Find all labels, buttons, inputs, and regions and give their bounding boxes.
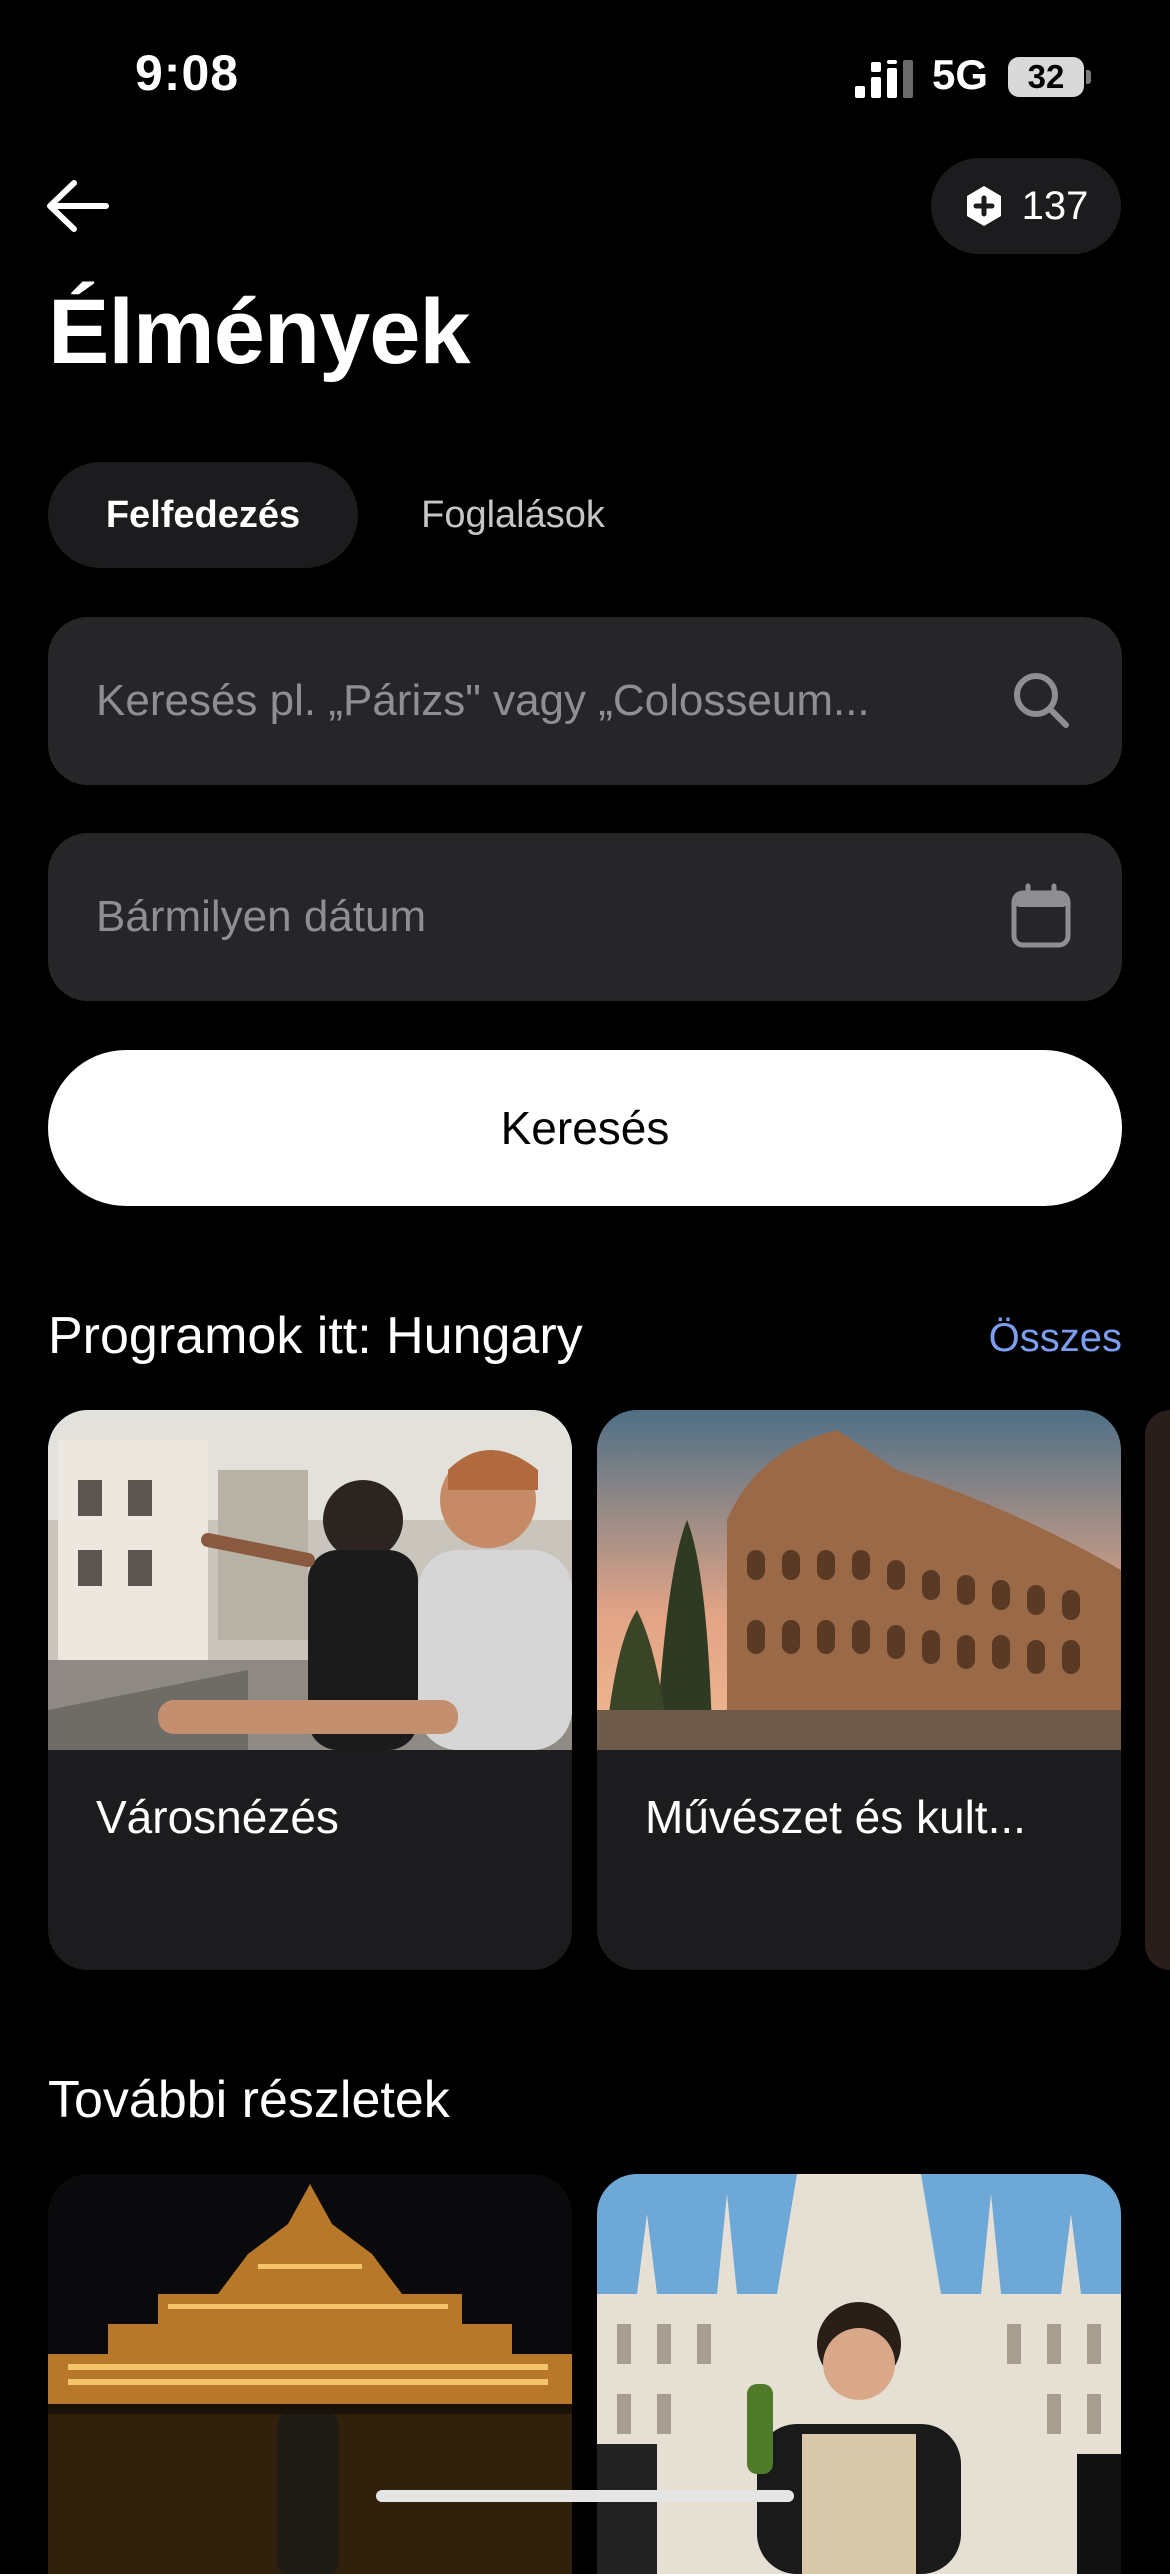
see-all-link[interactable]: Összes: [989, 1316, 1122, 1361]
card-label: Művészet és kult...: [645, 1791, 1026, 1843]
tab-explore[interactable]: Felfedezés: [48, 462, 358, 568]
points-value: 137: [1021, 183, 1089, 228]
page-title: Élmények: [48, 281, 471, 383]
card-sightseeing[interactable]: Városnézés: [48, 1410, 572, 1970]
battery-nub: [1086, 70, 1091, 84]
parliament-night-image: [48, 2174, 572, 2574]
points-badge[interactable]: 137: [931, 158, 1121, 254]
search-placeholder: Keresés pl. „Párizs" vagy „Colosseum...: [96, 676, 870, 725]
section-title-programs: Programok itt: Hungary: [48, 1307, 583, 1365]
search-input[interactable]: Keresés pl. „Párizs" vagy „Colosseum...: [48, 617, 1122, 785]
tab-bookings[interactable]: Foglalások: [378, 462, 648, 568]
section-title-more: További részletek: [48, 2071, 450, 2129]
card-art-culture[interactable]: Művészet és kult...: [597, 1410, 1121, 1970]
search-icon[interactable]: [1008, 667, 1074, 733]
sightseeing-image: [48, 1410, 572, 1750]
date-placeholder: Bármilyen dátum: [96, 892, 427, 941]
card-peek[interactable]: [1145, 1410, 1170, 1970]
card-parliament-night[interactable]: [48, 2174, 572, 2574]
parliament-day-image: [597, 2174, 1121, 2574]
signal-icon: [855, 60, 913, 98]
colosseum-image: [597, 1410, 1121, 1750]
network-label: 5G: [932, 51, 989, 98]
status-time: 9:08: [135, 45, 240, 101]
card-parliament-day[interactable]: [597, 2174, 1121, 2574]
battery-indicator: 32: [1008, 57, 1084, 97]
back-arrow-icon[interactable]: [44, 178, 110, 234]
card-label: Városnézés: [96, 1791, 339, 1843]
search-button[interactable]: Keresés: [48, 1050, 1122, 1206]
hexagon-plus-icon: [966, 186, 1001, 226]
home-indicator[interactable]: [376, 2490, 794, 2502]
date-input[interactable]: Bármilyen dátum: [48, 833, 1122, 1001]
calendar-icon[interactable]: [1008, 883, 1074, 949]
